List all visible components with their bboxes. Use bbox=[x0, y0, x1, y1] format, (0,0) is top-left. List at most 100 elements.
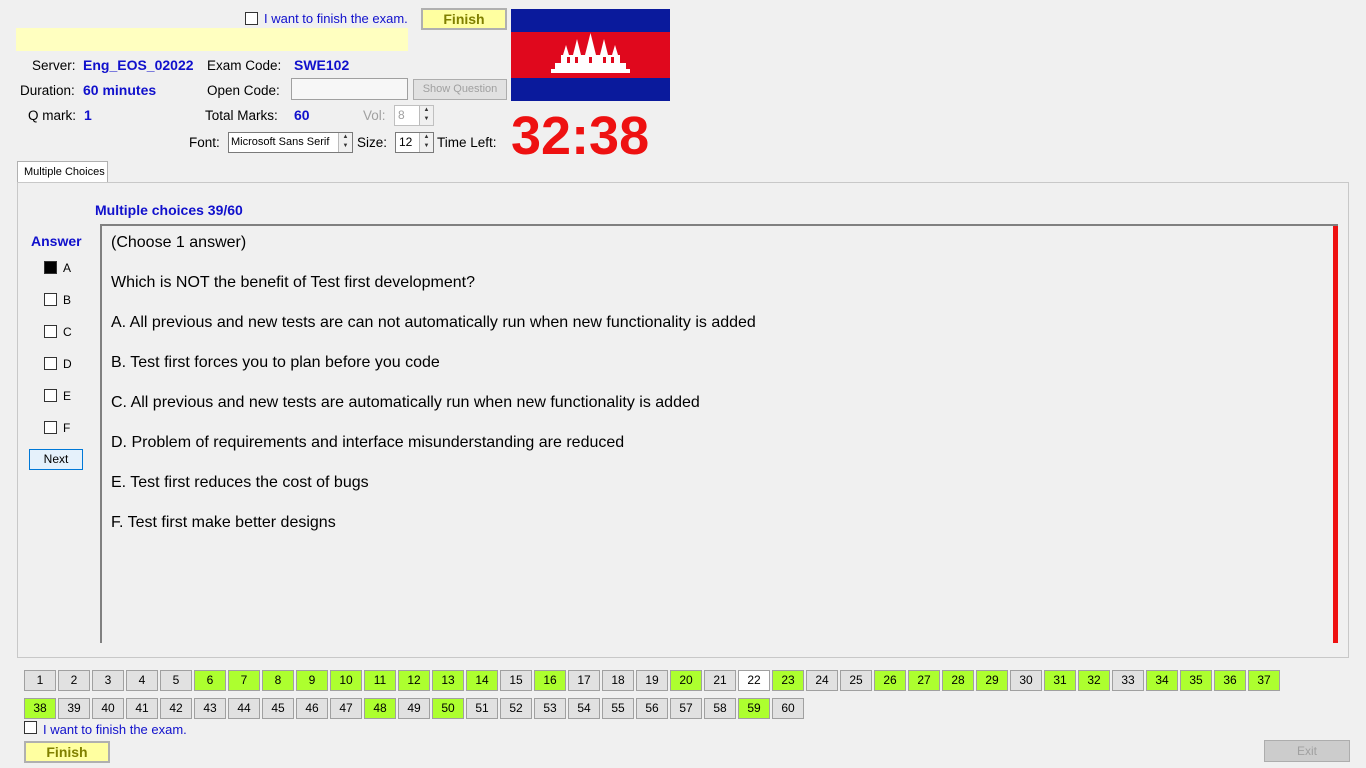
answer-option-c[interactable]: C bbox=[44, 325, 84, 341]
vol-value: 8 bbox=[398, 108, 405, 122]
question-nav-button-9[interactable]: 9 bbox=[296, 670, 328, 691]
time-left-label: Time Left: bbox=[437, 135, 497, 150]
vol-label: Vol: bbox=[363, 108, 386, 123]
question-nav-button-29[interactable]: 29 bbox=[976, 670, 1008, 691]
vol-spinner[interactable]: 8 ▲ ▼ bbox=[394, 105, 434, 126]
question-nav-button-42[interactable]: 42 bbox=[160, 698, 192, 719]
status-bar bbox=[16, 28, 408, 51]
answer-option-f[interactable]: F bbox=[44, 421, 84, 437]
finish-button[interactable]: Finish bbox=[421, 8, 507, 30]
size-label: Size: bbox=[357, 135, 388, 150]
footer-finish-button[interactable]: Finish bbox=[24, 741, 110, 763]
answer-option-b[interactable]: B bbox=[44, 293, 84, 309]
question-nav-button-58[interactable]: 58 bbox=[704, 698, 736, 719]
next-button[interactable]: Next bbox=[29, 449, 83, 470]
question-nav-button-26[interactable]: 26 bbox=[874, 670, 906, 691]
question-nav-button-22[interactable]: 22 bbox=[738, 670, 770, 691]
question-nav-button-3[interactable]: 3 bbox=[92, 670, 124, 691]
answer-c-checkbox[interactable] bbox=[44, 325, 57, 338]
question-nav-button-60[interactable]: 60 bbox=[772, 698, 804, 719]
question-nav-button-56[interactable]: 56 bbox=[636, 698, 668, 719]
finish-exam-label: I want to finish the exam. bbox=[264, 11, 408, 26]
question-nav-button-24[interactable]: 24 bbox=[806, 670, 838, 691]
question-nav-button-23[interactable]: 23 bbox=[772, 670, 804, 691]
question-nav-button-41[interactable]: 41 bbox=[126, 698, 158, 719]
question-nav-button-36[interactable]: 36 bbox=[1214, 670, 1246, 691]
choice-e: E. Test first reduces the cost of bugs bbox=[111, 474, 369, 491]
question-nav-button-52[interactable]: 52 bbox=[500, 698, 532, 719]
question-nav-button-16[interactable]: 16 bbox=[534, 670, 566, 691]
question-nav-button-30[interactable]: 30 bbox=[1010, 670, 1042, 691]
question-nav-button-48[interactable]: 48 bbox=[364, 698, 396, 719]
font-select[interactable]: Microsoft Sans Serif ▲ ▼ bbox=[228, 132, 353, 153]
question-nav-button-57[interactable]: 57 bbox=[670, 698, 702, 719]
answer-e-letter: E bbox=[63, 389, 72, 403]
question-nav-button-18[interactable]: 18 bbox=[602, 670, 634, 691]
answer-d-checkbox[interactable] bbox=[44, 357, 57, 370]
question-nav-button-35[interactable]: 35 bbox=[1180, 670, 1212, 691]
question-nav-button-34[interactable]: 34 bbox=[1146, 670, 1178, 691]
question-nav-button-55[interactable]: 55 bbox=[602, 698, 634, 719]
question-nav-button-40[interactable]: 40 bbox=[92, 698, 124, 719]
exit-button[interactable]: Exit bbox=[1264, 740, 1350, 762]
question-nav-button-6[interactable]: 6 bbox=[194, 670, 226, 691]
question-nav-button-21[interactable]: 21 bbox=[704, 670, 736, 691]
question-nav-button-45[interactable]: 45 bbox=[262, 698, 294, 719]
question-nav-button-37[interactable]: 37 bbox=[1248, 670, 1280, 691]
question-nav-button-32[interactable]: 32 bbox=[1078, 670, 1110, 691]
question-nav-button-12[interactable]: 12 bbox=[398, 670, 430, 691]
question-nav-button-43[interactable]: 43 bbox=[194, 698, 226, 719]
open-code-input[interactable] bbox=[291, 78, 408, 100]
question-nav-button-13[interactable]: 13 bbox=[432, 670, 464, 691]
question-nav-button-10[interactable]: 10 bbox=[330, 670, 362, 691]
question-nav-button-33[interactable]: 33 bbox=[1112, 670, 1144, 691]
question-nav-button-53[interactable]: 53 bbox=[534, 698, 566, 719]
question-nav-button-31[interactable]: 31 bbox=[1044, 670, 1076, 691]
show-question-button[interactable]: Show Question bbox=[413, 79, 507, 100]
question-nav-button-39[interactable]: 39 bbox=[58, 698, 90, 719]
question-nav-button-19[interactable]: 19 bbox=[636, 670, 668, 691]
question-nav-button-28[interactable]: 28 bbox=[942, 670, 974, 691]
time-left-value: 32:38 bbox=[511, 106, 650, 166]
answer-a-checkbox[interactable] bbox=[44, 261, 57, 274]
question-nav-button-25[interactable]: 25 bbox=[840, 670, 872, 691]
answer-e-checkbox[interactable] bbox=[44, 389, 57, 402]
question-nav-button-7[interactable]: 7 bbox=[228, 670, 260, 691]
tab-label: Multiple Choices bbox=[24, 166, 105, 178]
vol-arrows-icon[interactable]: ▲ ▼ bbox=[419, 106, 433, 125]
question-nav-button-8[interactable]: 8 bbox=[262, 670, 294, 691]
question-nav-button-38[interactable]: 38 bbox=[24, 698, 56, 719]
question-nav-button-27[interactable]: 27 bbox=[908, 670, 940, 691]
question-nav-button-11[interactable]: 11 bbox=[364, 670, 396, 691]
question-nav-button-17[interactable]: 17 bbox=[568, 670, 600, 691]
question-nav-button-47[interactable]: 47 bbox=[330, 698, 362, 719]
qmark-value: 1 bbox=[84, 107, 92, 123]
question-nav-button-49[interactable]: 49 bbox=[398, 698, 430, 719]
question-nav-button-50[interactable]: 50 bbox=[432, 698, 464, 719]
question-nav-button-1[interactable]: 1 bbox=[24, 670, 56, 691]
question-nav-button-59[interactable]: 59 bbox=[738, 698, 770, 719]
tab-multiple-choices[interactable]: Multiple Choices bbox=[17, 161, 108, 183]
size-arrows-icon[interactable]: ▲ ▼ bbox=[419, 133, 433, 152]
question-nav-button-46[interactable]: 46 bbox=[296, 698, 328, 719]
question-nav-button-54[interactable]: 54 bbox=[568, 698, 600, 719]
question-nav-button-15[interactable]: 15 bbox=[500, 670, 532, 691]
size-spinner[interactable]: 12 ▲ ▼ bbox=[395, 132, 434, 153]
question-nav-button-2[interactable]: 2 bbox=[58, 670, 90, 691]
question-nav-button-14[interactable]: 14 bbox=[466, 670, 498, 691]
answer-option-d[interactable]: D bbox=[44, 357, 84, 373]
cambodia-flag bbox=[511, 9, 670, 101]
answer-option-a[interactable]: A bbox=[44, 261, 84, 277]
question-nav-button-20[interactable]: 20 bbox=[670, 670, 702, 691]
answer-f-checkbox[interactable] bbox=[44, 421, 57, 434]
answer-option-e[interactable]: E bbox=[44, 389, 84, 405]
answer-b-checkbox[interactable] bbox=[44, 293, 57, 306]
finish-exam-checkbox[interactable] bbox=[245, 12, 258, 25]
question-nav-button-51[interactable]: 51 bbox=[466, 698, 498, 719]
footer-finish-exam-checkbox[interactable] bbox=[24, 721, 37, 734]
font-arrows-icon[interactable]: ▲ ▼ bbox=[338, 133, 352, 152]
question-nav-button-5[interactable]: 5 bbox=[160, 670, 192, 691]
question-nav-button-44[interactable]: 44 bbox=[228, 698, 260, 719]
size-value: 12 bbox=[399, 135, 413, 149]
question-nav-button-4[interactable]: 4 bbox=[126, 670, 158, 691]
